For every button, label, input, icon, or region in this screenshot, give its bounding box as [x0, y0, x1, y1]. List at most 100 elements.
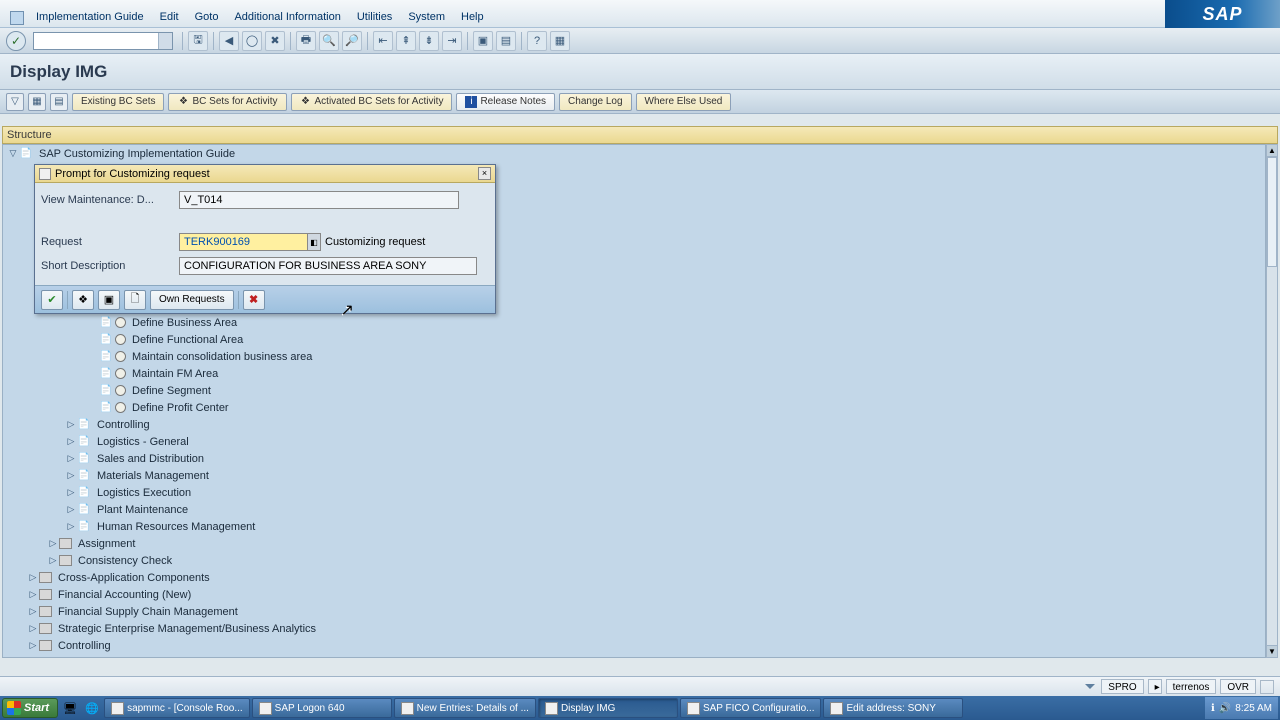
tray-clock[interactable]: 8:25 AM: [1235, 703, 1272, 714]
expand-icon[interactable]: ▷: [27, 640, 39, 651]
scroll-up-icon[interactable]: ▲: [1267, 145, 1277, 157]
system-tray[interactable]: ℹ 🔊 8:25 AM: [1205, 697, 1278, 719]
activated-bc-sets-button[interactable]: ❖Activated BC Sets for Activity: [291, 93, 453, 111]
dialog-close-icon[interactable]: ×: [478, 167, 491, 180]
taskbar-item[interactable]: New Entries: Details of ...: [394, 698, 536, 718]
tree-scrollbar[interactable]: ▲ ▼: [1266, 144, 1278, 658]
expand-icon[interactable]: ▷: [65, 470, 77, 481]
expand-icon[interactable]: ▷: [65, 487, 77, 498]
layout-icon[interactable]: ▦: [550, 31, 570, 51]
expand-icon[interactable]: ▷: [65, 419, 77, 430]
taskbar-item[interactable]: Edit address: SONY: [823, 698, 963, 718]
doc-icon[interactable]: 📄: [77, 486, 91, 500]
expand-all-icon[interactable]: ▽: [6, 93, 24, 111]
doc-icon[interactable]: 📄: [99, 333, 113, 347]
folder-icon[interactable]: [59, 538, 72, 549]
expand-icon[interactable]: ▷: [47, 538, 59, 549]
tree-folder[interactable]: ▷Controlling: [3, 637, 1265, 654]
quicklaunch-desktop-icon[interactable]: 🖥: [60, 698, 80, 718]
tree-folder[interactable]: ▷Cross-Application Components: [3, 569, 1265, 586]
find-next-icon[interactable]: 🔎: [342, 31, 362, 51]
expand-icon[interactable]: ▷: [65, 521, 77, 532]
activity-icon[interactable]: [115, 351, 126, 362]
tray-volume-icon[interactable]: 🔊: [1219, 703, 1231, 714]
dialog-display-icon[interactable]: ▣: [98, 290, 120, 310]
doc-icon[interactable]: 📄: [77, 469, 91, 483]
expand-icon[interactable]: ▷: [27, 589, 39, 600]
menu-system[interactable]: System: [400, 7, 453, 27]
activity-icon[interactable]: [115, 317, 126, 328]
doc-icon[interactable]: 📄: [77, 520, 91, 534]
help-icon[interactable]: ?: [527, 31, 547, 51]
activity-icon[interactable]: [115, 334, 126, 345]
request-f4-help-icon[interactable]: ◧: [307, 233, 321, 251]
menu-additional-information[interactable]: Additional Information: [226, 7, 348, 27]
folder-icon[interactable]: [39, 606, 52, 617]
scroll-thumb[interactable]: [1267, 157, 1277, 267]
expand-icon[interactable]: ▷: [65, 436, 77, 447]
expand-icon[interactable]: ▷: [27, 606, 39, 617]
taskbar-item[interactable]: SAP Logon 640: [252, 698, 392, 718]
tree-leaf[interactable]: 📄Define Profit Center: [3, 399, 1265, 416]
doc-icon[interactable]: 📄: [99, 401, 113, 415]
tree-folder[interactable]: ▷Consistency Check: [3, 552, 1265, 569]
shortcut-icon[interactable]: ▤: [496, 31, 516, 51]
existing-bc-sets-button[interactable]: Existing BC Sets: [72, 93, 164, 111]
img-activity-icon[interactable]: ▤: [50, 93, 68, 111]
taskbar-item[interactable]: sapmmc - [Console Roo...: [104, 698, 250, 718]
doc-icon[interactable]: 📄: [99, 384, 113, 398]
status-message-icon[interactable]: [1085, 684, 1095, 689]
enter-button[interactable]: ✓: [6, 31, 26, 51]
activity-icon[interactable]: [115, 402, 126, 413]
quicklaunch-ie-icon[interactable]: 🌐: [82, 698, 102, 718]
dialog-continue-button[interactable]: ✔: [41, 290, 63, 310]
save-icon[interactable]: 🖫: [188, 31, 208, 51]
tree-folder[interactable]: ▷Strategic Enterprise Management/Busines…: [3, 620, 1265, 637]
dialog-new-icon[interactable]: 🗋: [124, 290, 146, 310]
command-dropdown-icon[interactable]: [158, 33, 172, 49]
command-field[interactable]: [33, 32, 173, 50]
tree-folder[interactable]: ▷📄Logistics - General: [3, 433, 1265, 450]
menu-system-icon[interactable]: [10, 11, 24, 25]
menu-utilities[interactable]: Utilities: [349, 7, 400, 27]
create-session-icon[interactable]: ▣: [473, 31, 493, 51]
tree-folder[interactable]: ▷📄Plant Maintenance: [3, 501, 1265, 518]
tree-leaf[interactable]: 📄Maintain consolidation business area: [3, 348, 1265, 365]
tree-folder[interactable]: ▷📄Human Resources Management: [3, 518, 1265, 535]
folder-icon[interactable]: [39, 640, 52, 651]
expand-icon[interactable]: ▷: [65, 453, 77, 464]
doc-icon[interactable]: 📄: [77, 418, 91, 432]
tree-folder[interactable]: ▷📄Materials Management: [3, 467, 1265, 484]
doc-icon[interactable]: 📄: [99, 350, 113, 364]
expand-icon[interactable]: ▷: [27, 572, 39, 583]
menu-goto[interactable]: Goto: [187, 7, 227, 27]
expand-icon[interactable]: ▷: [47, 555, 59, 566]
start-button[interactable]: Start: [2, 698, 58, 718]
menu-help[interactable]: Help: [453, 7, 492, 27]
back-icon[interactable]: ◀: [219, 31, 239, 51]
prev-page-icon[interactable]: ⇞: [396, 31, 416, 51]
release-notes-button[interactable]: iRelease Notes: [456, 93, 555, 111]
expand-icon[interactable]: ▷: [65, 504, 77, 515]
folder-icon[interactable]: [39, 623, 52, 634]
own-requests-button[interactable]: Own Requests: [150, 290, 234, 310]
tree-root[interactable]: ▽ 📄 SAP Customizing Implementation Guide: [3, 145, 1265, 162]
tree-folder[interactable]: ▷📄Sales and Distribution: [3, 450, 1265, 467]
tree-folder[interactable]: ▷Assignment: [3, 535, 1265, 552]
folder-icon[interactable]: [39, 589, 52, 600]
dialog-titlebar[interactable]: Prompt for Customizing request ×: [35, 165, 495, 183]
doc-icon[interactable]: 📄: [77, 503, 91, 517]
where-else-used-button[interactable]: Where Else Used: [636, 93, 732, 111]
scroll-down-icon[interactable]: ▼: [1267, 645, 1277, 657]
taskbar-item[interactable]: SAP FICO Configuratio...: [680, 698, 822, 718]
folder-icon[interactable]: [39, 572, 52, 583]
tree-folder[interactable]: ▷Financial Supply Chain Management: [3, 603, 1265, 620]
tree-leaf[interactable]: 📄Define Business Area: [3, 314, 1265, 331]
print-icon[interactable]: 🖶: [296, 31, 316, 51]
activity-icon[interactable]: [115, 368, 126, 379]
change-log-button[interactable]: Change Log: [559, 93, 632, 111]
activity-icon[interactable]: [115, 385, 126, 396]
last-page-icon[interactable]: ⇥: [442, 31, 462, 51]
folder-icon[interactable]: [59, 555, 72, 566]
doc-icon[interactable]: 📄: [99, 316, 113, 330]
